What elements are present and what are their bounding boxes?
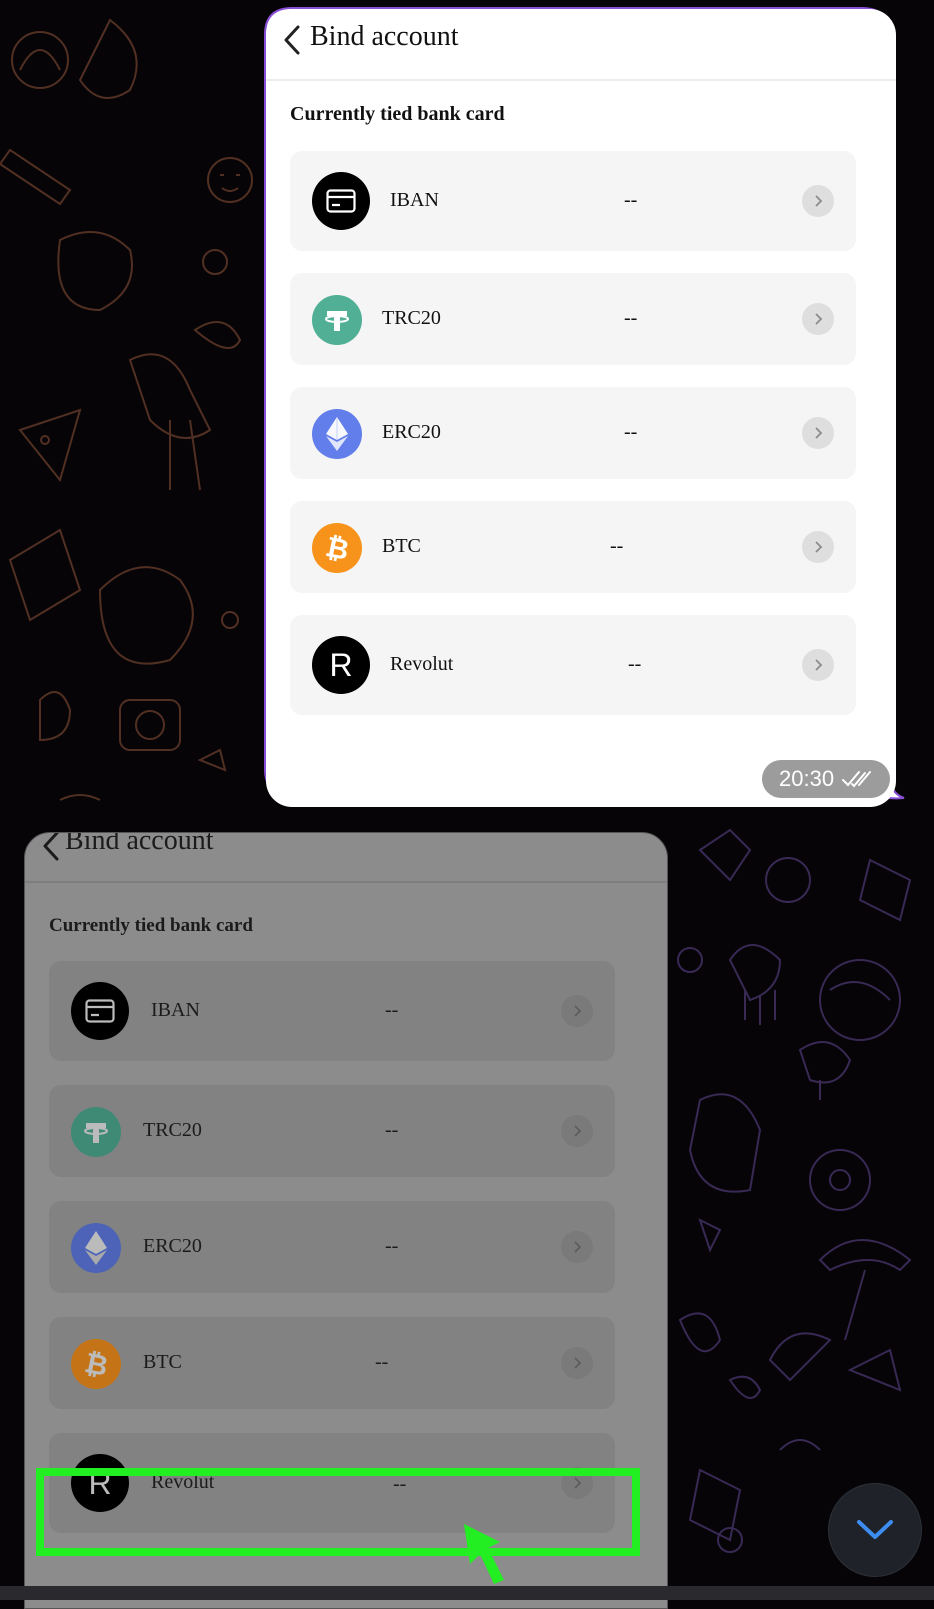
chevron-right-icon (561, 995, 593, 1027)
section-title: Currently tied bank card (290, 103, 505, 125)
row-value: -- (628, 653, 642, 675)
scroll-down-button[interactable] (828, 1483, 922, 1577)
row-value: -- (385, 1235, 399, 1257)
row-value: -- (624, 421, 638, 443)
chevron-right-icon (802, 649, 834, 681)
row-value: -- (385, 1119, 399, 1141)
ethereum-icon (71, 1223, 121, 1273)
message-time-badge: 20:30 (762, 760, 890, 798)
account-row-trc20[interactable]: TRC20 -- (49, 1085, 615, 1177)
back-arrow-icon (284, 25, 300, 55)
card-icon (71, 982, 129, 1040)
chevron-right-icon (802, 185, 834, 217)
bitcoin-icon: ₿ (312, 523, 362, 573)
row-value: -- (624, 189, 638, 211)
pointer-arrow-icon (464, 1524, 504, 1584)
chevron-right-icon (561, 1347, 593, 1379)
chevron-right-icon (561, 1115, 593, 1147)
double-check-icon (842, 771, 872, 788)
tether-icon (312, 295, 362, 345)
row-value: -- (375, 1351, 389, 1373)
app-header: Bind account (266, 9, 896, 81)
row-value: -- (610, 535, 624, 557)
bottom-bar (0, 1586, 934, 1600)
highlight-box-revolut (36, 1468, 640, 1556)
row-label: ERC20 (143, 1235, 202, 1257)
row-value: -- (385, 999, 399, 1021)
app-title: Bind account (310, 21, 459, 52)
account-row-btc[interactable]: ₿ BTC -- (49, 1317, 615, 1409)
revolut-icon: R (312, 636, 370, 694)
row-label: BTC (382, 535, 421, 557)
row-label: BTC (143, 1351, 182, 1373)
chevron-down-icon (857, 1520, 893, 1539)
account-row-iban[interactable]: IBAN -- (49, 961, 615, 1061)
app-title: Bind account (65, 832, 214, 856)
row-label: ERC20 (382, 421, 441, 443)
row-label: IBAN (151, 999, 200, 1021)
account-row-iban[interactable]: IBAN -- (290, 151, 856, 251)
chevron-right-icon (802, 531, 834, 563)
account-row-trc20[interactable]: TRC20 -- (290, 273, 856, 365)
tether-icon (71, 1107, 121, 1157)
account-row-btc[interactable]: ₿ BTC -- (290, 501, 856, 593)
row-label: Revolut (390, 653, 454, 675)
card-icon (312, 172, 370, 230)
row-label: IBAN (390, 189, 439, 211)
account-row-erc20[interactable]: ERC20 -- (290, 387, 856, 479)
row-label: TRC20 (382, 307, 441, 329)
account-row-erc20[interactable]: ERC20 -- (49, 1201, 615, 1293)
chevron-right-icon (802, 303, 834, 335)
message-time: 20:30 (779, 766, 835, 791)
section-title: Currently tied bank card (49, 915, 253, 936)
chevron-right-icon (561, 1231, 593, 1263)
screenshot-bind-account: Bind account Currently tied bank card IB… (266, 9, 896, 807)
ethereum-icon (312, 409, 362, 459)
sent-message-bubble[interactable]: Bind account Currently tied bank card IB… (264, 7, 908, 813)
chevron-right-icon (802, 417, 834, 449)
row-label: TRC20 (143, 1119, 202, 1141)
back-arrow-icon (43, 833, 59, 861)
app-header: Bind account (25, 833, 667, 883)
account-row-revolut[interactable]: R Revolut -- (290, 615, 856, 715)
bitcoin-icon: ₿ (71, 1339, 121, 1389)
row-value: -- (624, 307, 638, 329)
